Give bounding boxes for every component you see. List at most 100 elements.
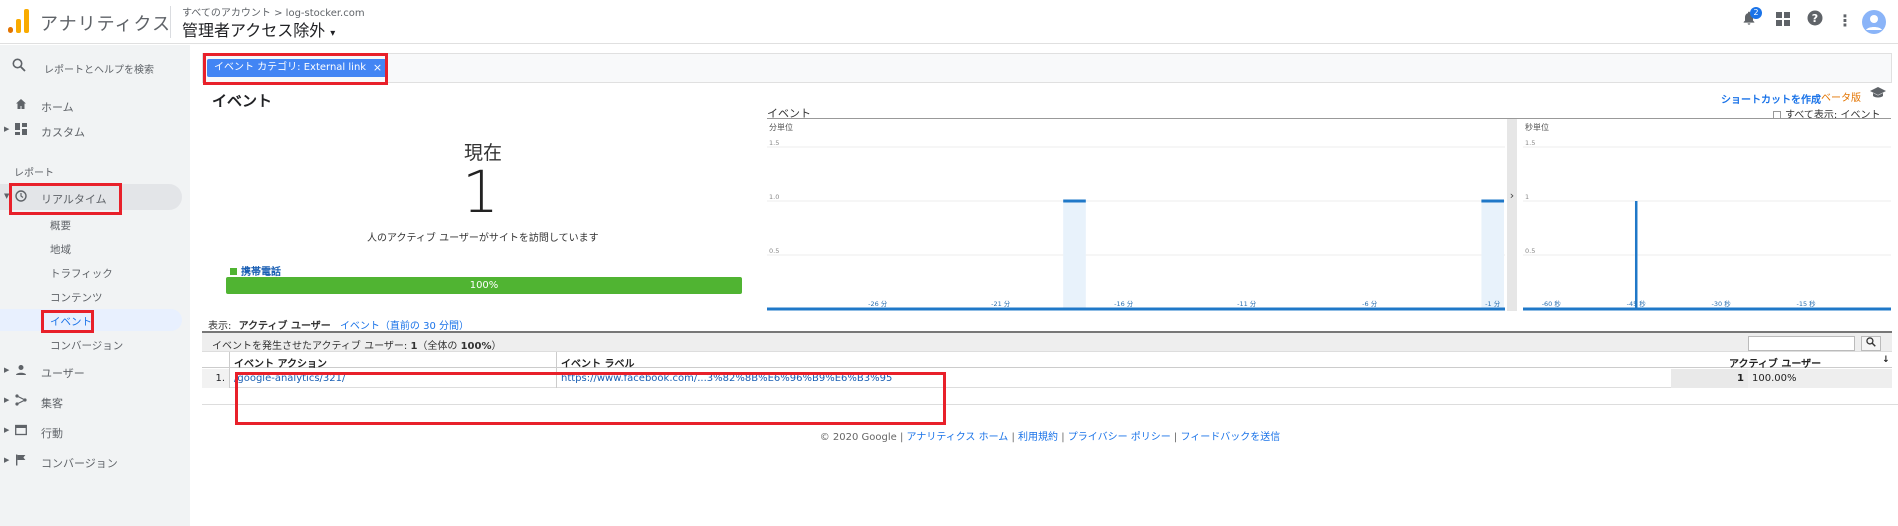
footer-sep: |: [1058, 432, 1068, 443]
second-chart-subtitle: 秒単位: [1525, 122, 1549, 132]
sidebar-item-label: リアルタイム: [41, 193, 107, 206]
minute-x-tick: -6 分: [1362, 299, 1378, 308]
help-icon[interactable]: ?: [1804, 10, 1826, 32]
col-header-event-action[interactable]: イベント アクション: [234, 355, 327, 370]
info-prefix: イベントを発生させたアクティブ ユーザー:: [212, 341, 411, 352]
device-color-swatch: [230, 268, 237, 275]
info-close: ）: [491, 341, 502, 352]
filter-bar: イベント カテゴリ: External link ×: [202, 53, 1892, 83]
apps-grid-icon[interactable]: [1772, 10, 1794, 32]
education-cap-icon[interactable]: [1870, 87, 1886, 102]
col-header-active-users[interactable]: アクティブ ユーザー: [1729, 355, 1821, 370]
create-shortcut-link[interactable]: ショートカットを作成: [1721, 91, 1821, 106]
left-sidebar: レポートとヘルプを検索 ホーム ▶ カスタム レポート ▼ リアルタイム 概要 …: [0, 45, 190, 526]
column-divider: [556, 352, 557, 388]
header-divider: [170, 6, 171, 38]
device-legend: 携帯電話: [230, 263, 281, 278]
row-active-users: 1: [1671, 369, 1748, 388]
col-header-event-label[interactable]: イベント ラベル: [561, 355, 634, 370]
sidebar-subitem-locations[interactable]: 地域: [0, 237, 190, 259]
footer-divider: [202, 404, 1898, 405]
footer-link-feedback[interactable]: フィードバックを送信: [1180, 432, 1280, 443]
minute-x-tick: -26 分: [868, 299, 888, 308]
analytics-logo-icon[interactable]: [8, 9, 30, 33]
table-info-text: イベントを発生させたアクティブ ユーザー: 1（全体の 100%）: [212, 337, 502, 352]
sidebar-subitem-label: コンバージョン: [50, 340, 124, 352]
sidebar-subitem-label: 概要: [50, 220, 71, 232]
sidebar-item-acquisition[interactable]: ▶ 集客: [0, 388, 190, 414]
realtime-events-chart: 分単位 1.5 1.0 0.5 -26 分 -21 分 -16 分 -11 分 -6 分 -1 分…: [767, 119, 1891, 311]
person-icon: [14, 364, 28, 378]
sidebar-subitem-events[interactable]: イベント: [0, 309, 182, 331]
info-suffix: （全体の: [417, 341, 461, 352]
minute-x-tick: -16 分: [1114, 299, 1134, 308]
minute-x-tick: -1 分: [1485, 299, 1501, 308]
beta-badge: ベータ版: [1821, 93, 1861, 104]
sidebar-item-audience[interactable]: ▶ ユーザー: [0, 358, 190, 384]
chart-divider-chevron-icon: ›: [1510, 189, 1514, 202]
table-info-bar: イベントを発生させたアクティブ ユーザー: 1（全体の 100%）: [202, 331, 1892, 352]
sidebar-subitem-content[interactable]: コンテンツ: [0, 285, 190, 307]
sidebar-subitem-traffic[interactable]: トラフィック: [0, 261, 190, 283]
top-header: アナリティクス すべてのアカウント > log-stocker.com 管理者ア…: [0, 0, 1898, 44]
second-y-tick: 0.5: [1525, 247, 1535, 255]
svg-text:?: ?: [1812, 12, 1818, 25]
sidebar-search[interactable]: レポートとヘルプを検索: [0, 52, 190, 82]
sidebar-item-custom[interactable]: ▶ カスタム: [0, 117, 190, 143]
clock-icon: [14, 190, 28, 204]
expand-arrow-icon: ▶: [4, 366, 10, 374]
sidebar-subitem-label: イベント: [50, 316, 92, 328]
footer-copyright: © 2020 Google: [819, 432, 897, 443]
sidebar-subitem-label: コンテンツ: [50, 292, 103, 304]
caret-down-icon: ▾: [330, 28, 336, 39]
home-icon: [14, 98, 28, 112]
table-search-button[interactable]: [1861, 336, 1881, 351]
second-x-tick: -15 秒: [1796, 299, 1816, 308]
close-icon[interactable]: ×: [373, 59, 382, 77]
sidebar-item-realtime[interactable]: ▼ リアルタイム: [0, 184, 182, 210]
app-name[interactable]: アナリティクス: [40, 10, 171, 36]
expand-arrow-icon: ▶: [4, 125, 10, 133]
minute-y-tick: 0.5: [769, 247, 779, 255]
sidebar-item-label: 集客: [41, 397, 63, 410]
behavior-window-icon: [14, 424, 28, 438]
device-progress-bar: 100%: [226, 277, 742, 294]
sidebar-item-label: カスタム: [41, 126, 85, 139]
expand-arrow-icon: ▶: [4, 396, 10, 404]
sidebar-subitem-conversions[interactable]: コンバージョン: [0, 333, 190, 355]
sidebar-item-conversions[interactable]: ▶ コンバージョン: [0, 448, 190, 474]
dashboard-icon: [14, 123, 28, 137]
view-toggle: 表示: アクティブ ユーザー イベント（直前の 30 分間）: [208, 317, 469, 335]
footer-link-privacy[interactable]: プライバシー ポリシー: [1068, 432, 1171, 443]
column-divider: [229, 352, 230, 388]
notifications-bell-icon[interactable]: 2: [1738, 7, 1762, 32]
account-avatar[interactable]: [1862, 10, 1886, 34]
row-event-action[interactable]: /google-analytics/321/: [234, 369, 345, 388]
second-y-tick: 1.5: [1525, 139, 1535, 147]
footer-link-analytics-home[interactable]: アナリティクス ホーム: [907, 432, 1009, 443]
info-pct: 100%: [460, 341, 492, 352]
view-selector[interactable]: 管理者アクセス除外 ▾: [182, 17, 335, 41]
search-icon: [12, 58, 26, 76]
footer-sep: |: [896, 432, 907, 443]
more-vert-icon[interactable]: ⋮: [1834, 10, 1856, 32]
table-search-input[interactable]: [1748, 336, 1855, 351]
filter-chip[interactable]: イベント カテゴリ: External link ×: [207, 59, 389, 77]
second-x-tick: -45 秒: [1627, 299, 1647, 308]
device-progress-fill: 100%: [226, 277, 742, 294]
sidebar-item-home[interactable]: ホーム: [0, 92, 190, 118]
sidebar-item-behavior[interactable]: ▶ 行動: [0, 418, 190, 444]
sidebar-subitem-overview[interactable]: 概要: [0, 213, 190, 235]
row-percent: 100.00%: [1748, 369, 1892, 388]
row-index: 1.: [202, 369, 229, 388]
sidebar-search-placeholder: レポートとヘルプを検索: [44, 65, 154, 76]
sidebar-item-label: ユーザー: [41, 367, 85, 380]
minute-chart-subtitle: 分単位: [769, 122, 793, 132]
page-title: イベント: [212, 92, 273, 110]
footer-link-terms[interactable]: 利用規約: [1018, 432, 1058, 443]
sort-arrow-down-icon[interactable]: ↓: [1882, 355, 1890, 365]
minute-y-tick: 1.0: [769, 193, 779, 201]
row-event-label[interactable]: https://www.facebook.com/...3%82%8B%E6%9…: [561, 369, 892, 388]
table-header: イベント アクション イベント ラベル アクティブ ユーザー ↓: [202, 352, 1892, 370]
minute-bar: [1481, 201, 1504, 309]
